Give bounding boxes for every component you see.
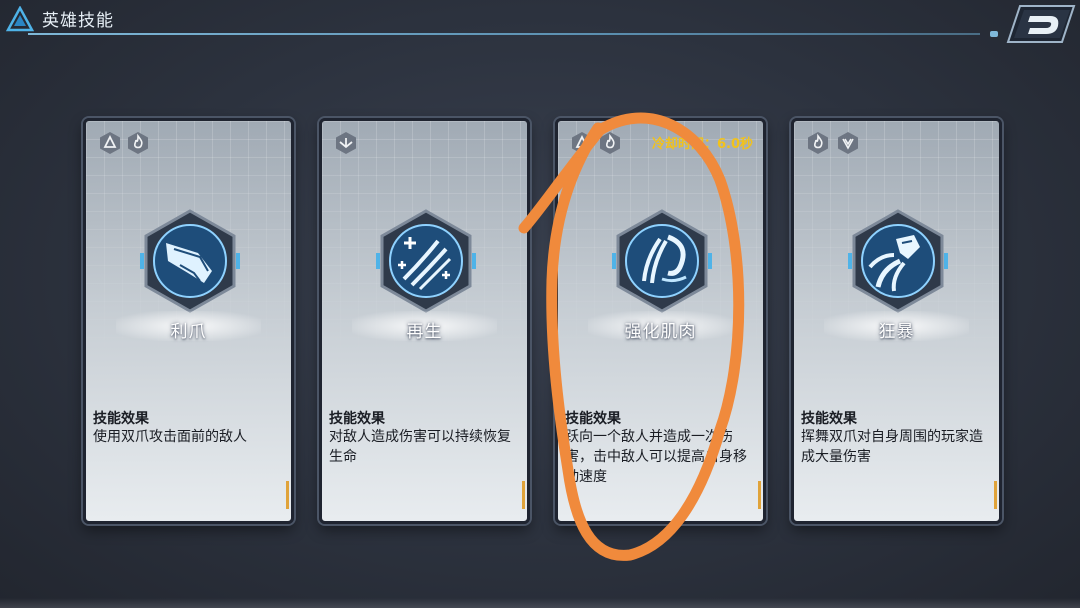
card-edge-accent <box>994 481 997 509</box>
skill-name: 再生 <box>406 322 443 342</box>
effect-text: 挥舞双爪对自身周围的玩家造成大量伤害 <box>801 429 983 465</box>
skill-name: 利爪 <box>170 322 207 342</box>
effect-text: 跃向一个敌人并造成一次伤害，击中敌人可以提高自身移动速度 <box>565 429 747 485</box>
back-button[interactable] <box>1006 2 1076 46</box>
claw-gauntlet-icon <box>140 209 240 313</box>
card-edge-accent <box>522 481 525 509</box>
header: 英雄技能 <box>0 0 1080 43</box>
claw-heal-icon <box>376 209 476 313</box>
skill-card-3[interactable]: 冷却时间：6.0秒 强化肌肉 技能效果 跃向一个敌人并造成一次伤害，击中敌人可以… <box>555 118 766 524</box>
regen-tag-icon <box>336 132 356 154</box>
flame-tag-icon <box>600 132 620 154</box>
claw-dash-icon <box>612 209 712 313</box>
effect-heading: 技能效果 <box>329 411 385 427</box>
skill-card-2[interactable]: 再生 技能效果 对敌人造成伤害可以持续恢复生命 <box>319 118 530 524</box>
skill-card-4[interactable]: 狂暴 技能效果 挥舞双爪对自身周围的玩家造成大量伤害 <box>791 118 1002 524</box>
bottom-strip <box>0 598 1080 608</box>
flame-tag-icon <box>808 132 828 154</box>
mountain-tag-icon <box>100 132 120 154</box>
triangle-logo-icon <box>6 6 34 32</box>
flame-tag-icon <box>128 132 148 154</box>
hero-skills-screen: 英雄技能 利爪 技能效果 使用双爪攻击面前的敌人 再生 技能效果 对敌人造成伤害… <box>0 0 1080 608</box>
card-edge-accent <box>286 481 289 509</box>
effect-heading: 技能效果 <box>93 411 149 427</box>
effect-text: 使用双爪攻击面前的敌人 <box>93 429 247 445</box>
mountain-tag-icon <box>572 132 592 154</box>
claw-whirl-icon <box>848 209 948 313</box>
effect-text: 对敌人造成伤害可以持续恢复生命 <box>329 429 511 465</box>
header-divider <box>28 33 980 35</box>
card-edge-accent <box>758 481 761 509</box>
page-title: 英雄技能 <box>42 11 114 31</box>
effect-heading: 技能效果 <box>565 411 621 427</box>
skill-name: 强化肌肉 <box>624 322 697 342</box>
effect-heading: 技能效果 <box>801 411 857 427</box>
cooldown-label: 冷却时间：6.0秒 <box>651 137 753 152</box>
header-divider-end <box>990 31 998 37</box>
skill-card-1[interactable]: 利爪 技能效果 使用双爪攻击面前的敌人 <box>83 118 294 524</box>
shield-tag-icon <box>838 132 858 154</box>
skill-name: 狂暴 <box>878 322 915 342</box>
